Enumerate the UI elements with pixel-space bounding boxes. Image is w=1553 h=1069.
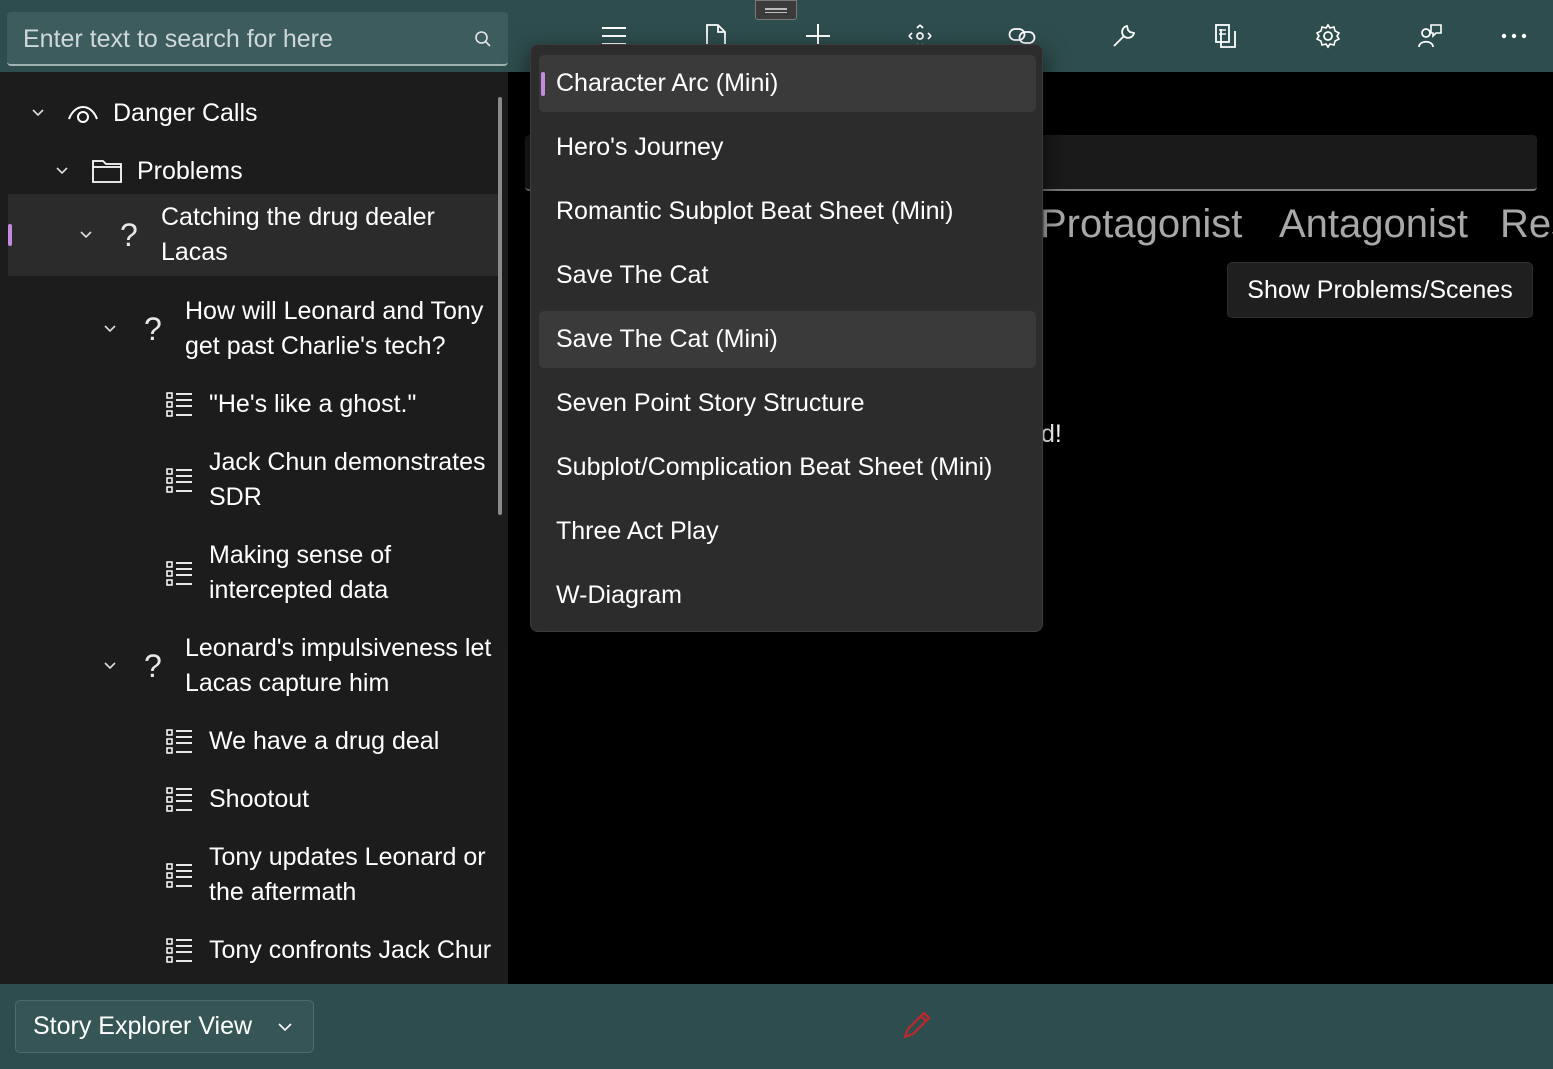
content-text-fragment: d! <box>1041 420 1062 448</box>
tree-item-label: Shootout <box>209 784 310 813</box>
feedback-icon[interactable] <box>1414 20 1446 52</box>
tree-item-label: How will Leonard and Tony get past Charl… <box>185 297 484 360</box>
tree-item-scene[interactable]: Shootout <box>0 770 508 828</box>
list-icon <box>164 860 194 890</box>
tree-item-label: Making sense of intercepted data <box>209 541 392 604</box>
copy-icon[interactable] <box>1210 20 1242 52</box>
chevron-down-icon[interactable] <box>54 163 70 179</box>
tab-antagonist[interactable]: Antagonist <box>1279 202 1468 247</box>
chevron-down-icon[interactable] <box>102 658 118 674</box>
chevron-down-icon[interactable] <box>30 105 46 121</box>
dropdown-option[interactable]: W-Diagram <box>539 567 1036 624</box>
option-label: Seven Point Story Structure <box>556 389 865 417</box>
status-bar: Story Explorer View <box>0 984 1553 1069</box>
dropdown-option[interactable]: Seven Point Story Structure <box>539 375 1036 432</box>
tree-item-label: Tony updates Leonard or the aftermath <box>209 843 486 906</box>
dropdown-option-hovered[interactable]: Save The Cat (Mini) <box>539 311 1036 368</box>
tools-icon[interactable] <box>1108 20 1140 52</box>
tree-item-scene[interactable]: Tony confronts Jack Chur <box>0 921 508 979</box>
question-icon: ? <box>120 216 138 253</box>
dropdown-option[interactable]: Save The Cat <box>539 247 1036 304</box>
option-label: Subplot/Complication Beat Sheet (Mini) <box>556 453 993 481</box>
tree-item-label: Leonard's impulsiveness let Lacas captur… <box>185 634 492 697</box>
tab-protagonist[interactable]: Protagonist <box>1040 202 1242 247</box>
option-label: Three Act Play <box>556 517 719 545</box>
question-icon: ? <box>144 647 162 684</box>
search-icon[interactable] <box>474 30 492 53</box>
more-icon[interactable] <box>1498 20 1530 52</box>
tree-item-label: We have a drug deal <box>209 726 440 755</box>
tree-item-label: Problems <box>137 156 243 185</box>
tree-item-label: "He's like a ghost." <box>209 389 417 418</box>
tree-item-label: Catching the drug dealer Lacas <box>161 203 435 266</box>
tree-item-problem[interactable]: ? How will Leonard and Tony get past Cha… <box>0 288 508 370</box>
tree-scrollbar[interactable] <box>498 97 502 515</box>
folder-icon <box>90 154 124 188</box>
tree-item-label: Tony confronts Jack Chur <box>209 935 492 964</box>
show-problems-scenes-button[interactable]: Show Problems/Scenes <box>1227 262 1533 318</box>
tree-item-folder[interactable]: Problems <box>0 142 508 200</box>
settings-icon[interactable] <box>1312 20 1344 52</box>
tree-item-scene[interactable]: "He's like a ghost." <box>0 375 508 433</box>
option-label: Character Arc (Mini) <box>556 69 779 97</box>
search-input[interactable] <box>7 12 465 66</box>
tree-item-scene[interactable]: We have a drug deal <box>0 712 508 770</box>
list-icon <box>164 935 194 965</box>
view-selector-label: Story Explorer View <box>33 1012 253 1040</box>
selection-indicator <box>8 224 12 246</box>
dropdown-option[interactable]: Three Act Play <box>539 503 1036 560</box>
option-label: Save The Cat (Mini) <box>556 325 778 353</box>
list-icon <box>164 726 194 756</box>
chevron-down-icon <box>278 1019 292 1037</box>
tree-item-label: Jack Chun demonstrates SDR <box>209 448 486 511</box>
dropdown-option[interactable]: Hero's Journey <box>539 119 1036 176</box>
dropdown-option-selected[interactable]: Character Arc (Mini) <box>539 55 1036 112</box>
tree-item-scene[interactable]: Tony updates Leonard or the aftermath <box>0 834 508 916</box>
list-icon <box>164 465 194 495</box>
structure-template-dropdown: Character Arc (Mini) Hero's Journey Roma… <box>530 44 1043 632</box>
tab-resolution[interactable]: Res <box>1500 202 1553 247</box>
list-icon <box>164 784 194 814</box>
tree-item-problem[interactable]: ? Leonard's impulsiveness let Lacas capt… <box>0 625 508 707</box>
tree-item-story[interactable]: Danger Calls <box>0 84 508 142</box>
tree-item-problem-selected[interactable]: ? Catching the drug dealer Lacas <box>8 194 500 276</box>
option-label: W-Diagram <box>556 581 682 609</box>
chevron-down-icon[interactable] <box>102 321 118 337</box>
question-icon: ? <box>144 310 162 347</box>
view-selector[interactable]: Story Explorer View <box>15 1000 314 1053</box>
tree-item-scene[interactable]: Making sense of intercepted data <box>0 532 508 614</box>
dropdown-option[interactable]: Romantic Subplot Beat Sheet (Mini) <box>539 183 1036 240</box>
selection-indicator <box>541 71 545 96</box>
option-label: Romantic Subplot Beat Sheet (Mini) <box>556 197 954 225</box>
pencil-icon[interactable] <box>900 1008 934 1047</box>
tree-item-scene[interactable]: Jack Chun demonstrates SDR <box>0 439 508 521</box>
list-icon <box>164 558 194 588</box>
chevron-down-icon[interactable] <box>78 227 94 243</box>
story-explorer-tree: Danger Calls Problems ? Catching the dru… <box>0 72 508 984</box>
list-icon <box>164 389 194 419</box>
eye-icon <box>66 96 100 130</box>
drag-handle[interactable] <box>755 0 797 20</box>
dropdown-option[interactable]: Subplot/Complication Beat Sheet (Mini) <box>539 439 1036 496</box>
option-label: Hero's Journey <box>556 133 724 161</box>
search-box[interactable] <box>7 12 508 66</box>
tree-item-label: Danger Calls <box>113 98 258 127</box>
option-label: Save The Cat <box>556 261 709 289</box>
